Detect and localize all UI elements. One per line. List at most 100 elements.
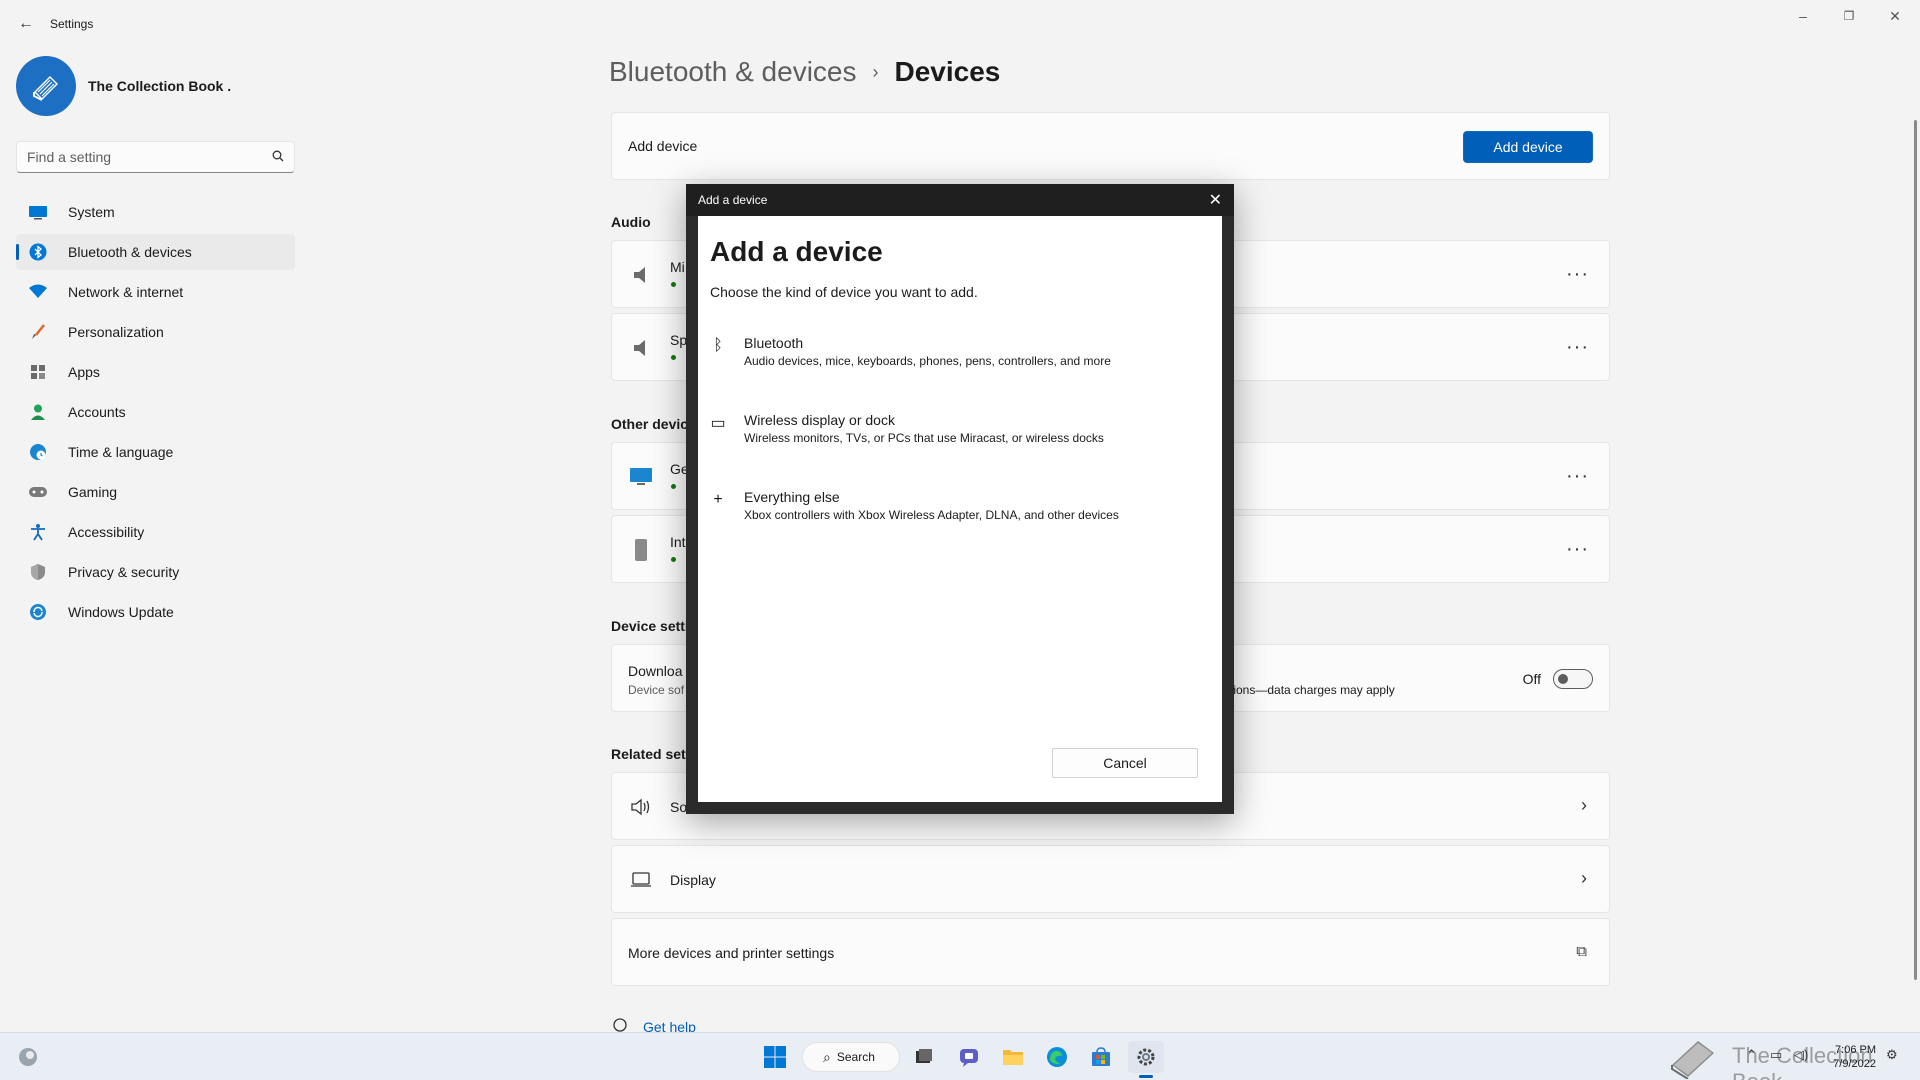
metered-download-toggle[interactable] bbox=[1553, 669, 1593, 689]
sidebar-item-label: Network & internet bbox=[68, 284, 184, 300]
settings-gear-icon[interactable] bbox=[1128, 1041, 1164, 1073]
add-device-button[interactable]: Add device bbox=[1463, 131, 1593, 163]
wifi-icon bbox=[28, 282, 48, 302]
sidebar-item-system[interactable]: System bbox=[16, 194, 295, 230]
show-hidden-icons-chevron[interactable]: ⌃ bbox=[1746, 1047, 1757, 1063]
accessibility-icon bbox=[28, 522, 48, 542]
dialog-description: Choose the kind of device you want to ad… bbox=[710, 284, 978, 300]
profile-card[interactable]: The Collection Book . bbox=[16, 56, 231, 116]
status-connected-dot bbox=[671, 355, 676, 360]
sidebar-item-label: Gaming bbox=[68, 484, 118, 500]
sidebar-item-windows-update[interactable]: Windows Update bbox=[16, 594, 295, 630]
breadcrumb-parent[interactable]: Bluetooth & devices bbox=[609, 56, 857, 88]
widgets-icon[interactable] bbox=[10, 1041, 46, 1073]
edge-browser-icon[interactable] bbox=[1039, 1041, 1075, 1073]
brush-icon bbox=[28, 322, 48, 342]
volume-icon[interactable]: ◁) bbox=[1794, 1047, 1808, 1063]
breadcrumb-separator: › bbox=[872, 61, 879, 82]
more-options-icon[interactable]: ··· bbox=[1566, 336, 1589, 359]
more-options-icon[interactable]: ··· bbox=[1566, 263, 1589, 286]
option-wireless-display[interactable]: ▭ Wireless display or dock Wireless moni… bbox=[704, 409, 1204, 465]
option-title: Wireless display or dock bbox=[744, 412, 895, 428]
sidebar-item-network[interactable]: Network & internet bbox=[16, 274, 295, 310]
sidebar-item-accessibility[interactable]: Accessibility bbox=[16, 514, 295, 550]
status-connected-dot bbox=[671, 557, 676, 562]
book-logo-icon bbox=[33, 76, 58, 101]
page-scrollbar[interactable] bbox=[1914, 120, 1917, 980]
sidebar-item-bluetooth[interactable]: Bluetooth & devices bbox=[16, 234, 295, 270]
sidebar-item-label: Privacy & security bbox=[68, 564, 180, 580]
search-input[interactable] bbox=[17, 142, 257, 172]
device-name: Sp bbox=[670, 332, 688, 348]
storage-device-icon bbox=[628, 537, 654, 563]
speaker-icon bbox=[628, 335, 654, 361]
sidebar-item-privacy[interactable]: Privacy & security bbox=[16, 554, 295, 590]
dialog-close-icon[interactable]: ✕ bbox=[1209, 190, 1222, 210]
chevron-right-icon: › bbox=[1581, 795, 1587, 815]
sidebar-item-label: Personalization bbox=[68, 324, 164, 340]
globe-clock-icon bbox=[28, 442, 48, 462]
shield-icon bbox=[28, 562, 48, 582]
accounts-icon bbox=[28, 402, 48, 422]
bluetooth-icon: ᛒ bbox=[713, 337, 723, 354]
title-bar: ← Settings – ❐ ✕ bbox=[0, 0, 1920, 48]
notifications-icon[interactable]: ⚙ bbox=[1886, 1047, 1898, 1063]
sidebar-item-label: Accounts bbox=[68, 404, 126, 420]
close-icon[interactable]: ✕ bbox=[1872, 0, 1918, 32]
device-name: Int bbox=[670, 534, 686, 550]
cancel-button[interactable]: Cancel bbox=[1052, 748, 1198, 778]
gamepad-icon bbox=[28, 482, 48, 502]
add-device-card: Add device Add device bbox=[611, 112, 1610, 180]
sidebar-item-label: Bluetooth & devices bbox=[68, 244, 192, 260]
microsoft-store-icon[interactable] bbox=[1083, 1041, 1119, 1073]
option-title: Bluetooth bbox=[744, 335, 804, 351]
minimize-icon[interactable]: – bbox=[1780, 0, 1826, 32]
sidebar-item-label: Apps bbox=[68, 364, 100, 380]
system-icon bbox=[28, 202, 48, 222]
sidebar-item-personalization[interactable]: Personalization bbox=[16, 314, 295, 350]
laptop-icon bbox=[628, 867, 654, 893]
network-icon[interactable]: ▭ bbox=[1770, 1047, 1782, 1063]
sidebar-item-apps[interactable]: Apps bbox=[16, 354, 295, 390]
sidebar-item-accounts[interactable]: Accounts bbox=[16, 394, 295, 430]
option-bluetooth[interactable]: ᛒ Bluetooth Audio devices, mice, keyboar… bbox=[704, 332, 1204, 388]
device-settings-section-title: Device setti bbox=[611, 618, 689, 634]
settings-search[interactable] bbox=[16, 141, 295, 173]
sidebar-item-label: Windows Update bbox=[68, 604, 174, 620]
option-title: Everything else bbox=[744, 489, 840, 505]
taskbar: ⌕ Search The Collection Book ⌃ ▭ ◁) 7:06… bbox=[0, 1032, 1920, 1080]
taskbar-search[interactable]: ⌕ Search bbox=[802, 1042, 900, 1072]
profile-name: The Collection Book . bbox=[88, 78, 232, 94]
more-devices-label: More devices and printer settings bbox=[628, 945, 835, 961]
more-options-icon[interactable]: ··· bbox=[1566, 538, 1589, 561]
metered-download-subtitle: Device sof bbox=[628, 683, 685, 697]
related-item-label: Display bbox=[670, 872, 716, 888]
metered-download-title: Downloa bbox=[628, 663, 683, 679]
option-everything-else[interactable]: + Everything else Xbox controllers with … bbox=[704, 486, 1204, 542]
dialog-window-title: Add a device bbox=[698, 193, 768, 207]
active-app-indicator bbox=[1139, 1075, 1153, 1078]
avatar bbox=[16, 56, 76, 116]
more-options-icon[interactable]: ··· bbox=[1566, 465, 1589, 488]
taskbar-clock[interactable]: 7:06 PM 7/9/2022 bbox=[1820, 1043, 1876, 1071]
task-view-icon[interactable] bbox=[906, 1041, 942, 1073]
file-explorer-icon[interactable] bbox=[995, 1041, 1031, 1073]
monitor-icon: ▭ bbox=[710, 415, 726, 432]
book-watermark-icon bbox=[1668, 1035, 1720, 1080]
page-title: Devices bbox=[894, 56, 1001, 87]
sidebar-item-gaming[interactable]: Gaming bbox=[16, 474, 295, 510]
sidebar-item-label: System bbox=[68, 204, 115, 220]
back-arrow-icon[interactable]: ← bbox=[14, 12, 38, 36]
audio-section-title: Audio bbox=[611, 214, 651, 230]
more-devices-printer-settings[interactable]: More devices and printer settings ⧉ bbox=[611, 918, 1610, 986]
teams-chat-icon[interactable] bbox=[951, 1041, 987, 1073]
app-title: Settings bbox=[50, 17, 94, 31]
breadcrumb: Bluetooth & devices › Devices bbox=[609, 56, 1000, 88]
dialog-heading: Add a device bbox=[710, 236, 883, 267]
related-item-display[interactable]: Display › bbox=[611, 845, 1610, 913]
search-icon[interactable] bbox=[272, 150, 284, 165]
clock-time: 7:06 PM bbox=[1835, 1044, 1876, 1056]
sidebar-item-time-language[interactable]: Time & language bbox=[16, 434, 295, 470]
start-windows-icon[interactable] bbox=[757, 1041, 793, 1073]
maximize-icon[interactable]: ❐ bbox=[1826, 0, 1872, 32]
